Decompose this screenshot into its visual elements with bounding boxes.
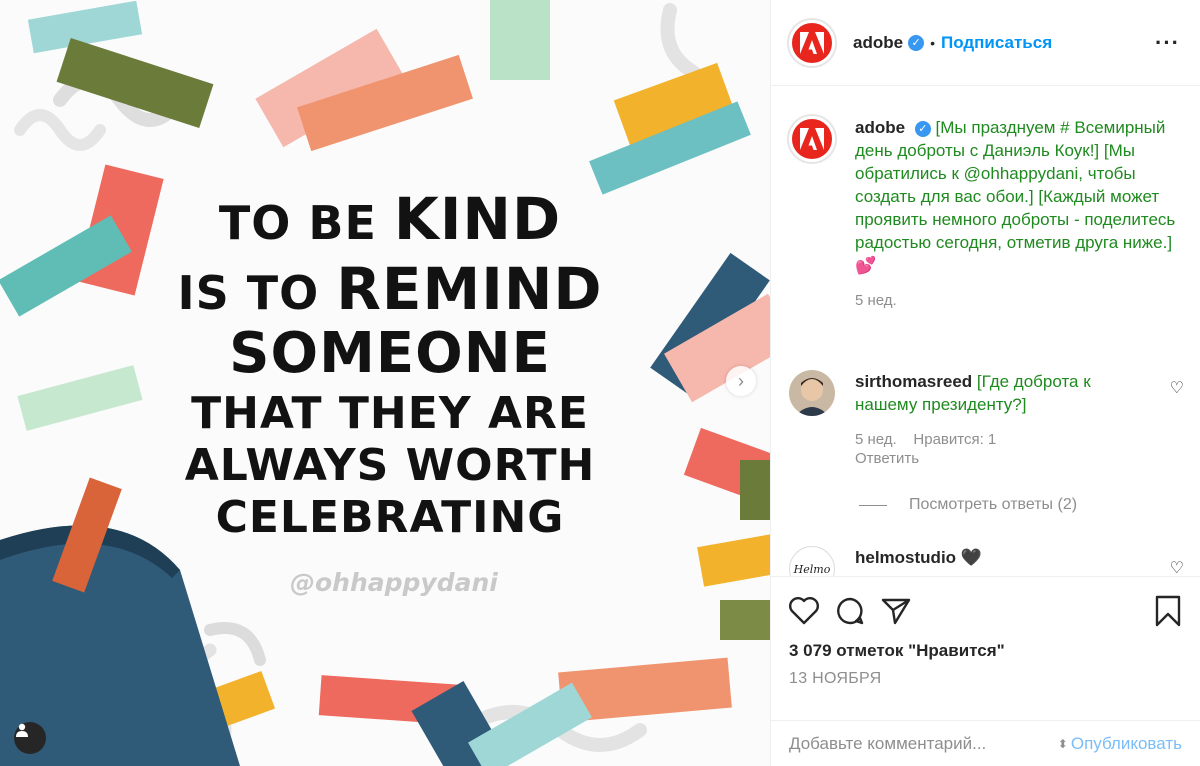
caption-username[interactable]: adobe: [855, 118, 905, 137]
avatar[interactable]: [789, 370, 835, 416]
post-sidebar: adobe ✓ • Подписаться ··· adobe ✓ [Мы пр…: [771, 0, 1200, 766]
comment-body: sirthomasreed [Где доброта к нашему през…: [855, 370, 1145, 468]
add-comment-bar: Добавьте комментарий... ⬍ Опубликовать: [771, 720, 1200, 766]
comment-input[interactable]: Добавьте комментарий...: [789, 734, 986, 754]
like-icon[interactable]: [789, 597, 819, 625]
quote-line-2: KIND: [393, 185, 562, 253]
avatar[interactable]: Helmo: [789, 546, 835, 576]
quote-line-5: SOMEONE: [229, 321, 551, 386]
comment-time[interactable]: 5 нед.: [855, 431, 897, 448]
adobe-logo-icon: [800, 31, 824, 54]
comment-username[interactable]: sirthomasreed: [855, 372, 972, 391]
chevron-right-icon: ›: [738, 370, 744, 391]
publish-label: Опубликовать: [1070, 733, 1182, 753]
replies-line: [859, 504, 887, 506]
verified-badge-icon: ✓: [914, 120, 931, 137]
reply-button[interactable]: Ответить: [855, 450, 919, 467]
share-icon[interactable]: [881, 597, 911, 625]
comment-icon[interactable]: [835, 596, 865, 626]
caption-time[interactable]: 5 нед.: [855, 289, 1184, 312]
likes-count[interactable]: 3 079 отметок "Нравится": [771, 641, 1200, 661]
comment-like-icon[interactable]: ♡: [1170, 558, 1184, 576]
comment-likes[interactable]: Нравится: 1: [913, 431, 996, 448]
avatar-logo-text: Helmo: [793, 562, 831, 576]
view-replies-label: Посмотреть ответы (2): [909, 496, 1078, 513]
comment: sirthomasreed [Где доброта к нашему през…: [789, 370, 1184, 468]
quote-line-3: IS TO: [177, 266, 320, 320]
scroll-arrows-icon: ⬍: [1057, 736, 1068, 751]
caption-body: adobe ✓ [Мы празднуем # Всемирный день д…: [855, 116, 1184, 312]
quote-line-1: TO BE: [218, 196, 377, 250]
comment-body: helmostudio 🖤: [855, 546, 1145, 576]
quote-line-7: ALWAYS WORTH: [184, 440, 596, 491]
post-date[interactable]: 13 НОЯБРЯ: [771, 670, 1200, 688]
separator-dot: •: [930, 34, 935, 51]
bookmark-icon[interactable]: [1154, 595, 1182, 627]
comment-text: 🖤: [960, 548, 982, 567]
tagged-users-button[interactable]: [14, 722, 46, 754]
more-options-icon[interactable]: ···: [1155, 30, 1180, 56]
header-username[interactable]: adobe: [853, 33, 903, 53]
publish-button[interactable]: ⬍ Опубликовать: [1058, 734, 1182, 754]
comment: Helmo helmostudio 🖤 ♡: [789, 546, 1184, 576]
avatar[interactable]: [789, 19, 835, 66]
comment-like-icon[interactable]: ♡: [1170, 378, 1184, 398]
view-replies-button[interactable]: Посмотреть ответы (2): [859, 496, 1077, 514]
post-image[interactable]: TO BE KIND IS TO REMIND SOMEONE THAT THE…: [0, 0, 771, 766]
image-watermark: @ohhappydani: [290, 568, 498, 597]
caption: adobe ✓ [Мы празднуем # Всемирный день д…: [789, 116, 1184, 312]
comment-username[interactable]: helmostudio: [855, 548, 956, 567]
verified-badge-icon: ✓: [908, 34, 925, 51]
quote-line-4: REMIND: [336, 255, 603, 323]
avatar[interactable]: [789, 116, 835, 162]
quote-line-8: CELEBRATING: [215, 492, 565, 543]
follow-button[interactable]: Подписаться: [941, 33, 1052, 53]
quote-line-6: THAT THEY ARE: [191, 388, 589, 439]
user-icon: [16, 723, 28, 737]
avatar-photo: [789, 370, 835, 416]
post-modal: TO BE KIND IS TO REMIND SOMEONE THAT THE…: [0, 0, 1200, 766]
adobe-logo-icon: [800, 128, 824, 150]
post-header: adobe ✓ • Подписаться ···: [771, 0, 1200, 86]
quote-text: TO BE KIND IS TO REMIND SOMEONE THAT THE…: [150, 190, 630, 540]
caption-text: [Мы празднуем # Всемирный день доброты с…: [855, 118, 1176, 275]
next-image-button[interactable]: ›: [726, 366, 756, 396]
comment-meta: 5 нед. Нравится: 1 Ответить: [855, 430, 1145, 468]
